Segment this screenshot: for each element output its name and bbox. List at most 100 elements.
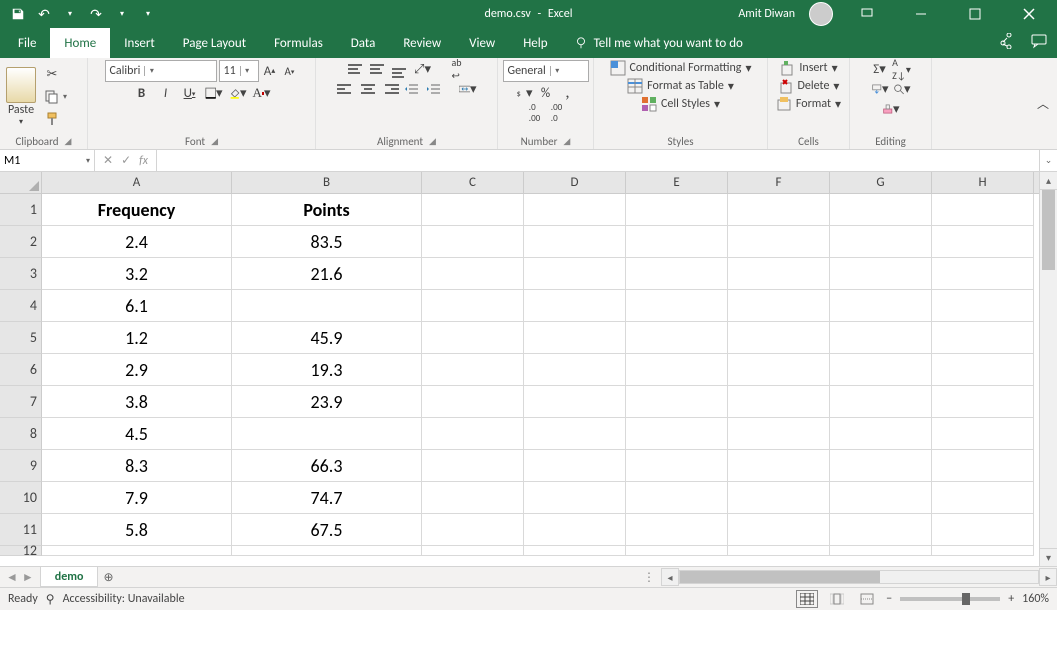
inc-indent-button[interactable] [425,80,443,98]
row-header-2[interactable]: 2 [0,226,42,258]
cell-C7[interactable] [422,386,524,418]
cell-G2[interactable] [830,226,932,258]
dec-indent-button[interactable] [403,80,421,98]
cell-H6[interactable] [932,354,1034,386]
sheet-tab-demo[interactable]: demo [40,567,99,587]
cell-H3[interactable] [932,258,1034,290]
redo-icon[interactable]: ↷ [88,6,104,22]
save-icon[interactable] [10,6,26,22]
dec-decimal-button[interactable]: .00.0 [548,104,566,122]
cell-B3[interactable]: 21.6 [232,258,422,290]
number-launcher[interactable]: ◢ [563,136,570,147]
cell-A12[interactable] [42,546,232,556]
align-top-button[interactable] [348,60,366,78]
cell-E2[interactable] [626,226,728,258]
cell-A8[interactable]: 4.5 [42,418,232,450]
accessibility-icon[interactable]: ⚲ [46,592,55,607]
col-header-A[interactable]: A [42,172,232,193]
cell-G10[interactable] [830,482,932,514]
wrap-text-button[interactable]: ab↩ [448,60,466,78]
cell-E1[interactable] [626,194,728,226]
cell-C10[interactable] [422,482,524,514]
align-left-button[interactable] [337,80,355,98]
close-button[interactable] [1009,0,1049,28]
cell-G12[interactable] [830,546,932,556]
tab-help[interactable]: Help [509,28,561,58]
cell-F2[interactable] [728,226,830,258]
row-header-8[interactable]: 8 [0,418,42,450]
prev-sheet-icon[interactable]: ◄ [6,570,18,585]
undo-dd-icon[interactable]: ▾ [62,6,78,22]
formula-bar[interactable] [157,150,1039,171]
bold-button[interactable]: B [133,84,151,102]
row-header-6[interactable]: 6 [0,354,42,386]
cell-E6[interactable] [626,354,728,386]
cell-H5[interactable] [932,322,1034,354]
cell-F9[interactable] [728,450,830,482]
cell-D10[interactable] [524,482,626,514]
cell-F8[interactable] [728,418,830,450]
align-bot-button[interactable] [392,60,410,78]
cell-C11[interactable] [422,514,524,546]
cell-D8[interactable] [524,418,626,450]
cell-H9[interactable] [932,450,1034,482]
percent-button[interactable]: % [537,84,555,102]
cell-B7[interactable]: 23.9 [232,386,422,418]
font-launcher[interactable]: ◢ [211,136,218,147]
cell-C12[interactable] [422,546,524,556]
cell-C6[interactable] [422,354,524,386]
cond-format-button[interactable]: Conditional Formatting▾ [610,60,752,76]
cell-H10[interactable] [932,482,1034,514]
cell-D5[interactable] [524,322,626,354]
cell-B6[interactable]: 19.3 [232,354,422,386]
cell-B2[interactable]: 83.5 [232,226,422,258]
tab-data[interactable]: Data [337,28,390,58]
cell-H12[interactable] [932,546,1034,556]
ribbon-options-button[interactable] [847,0,887,28]
cell-A4[interactable]: 6.1 [42,290,232,322]
align-right-button[interactable] [381,80,399,98]
fx-icon[interactable]: fx [139,154,148,168]
cell-A9[interactable]: 8.3 [42,450,232,482]
comma-button[interactable]: , [559,84,577,102]
cell-B8[interactable] [232,418,422,450]
cell-A1[interactable]: Frequency [42,194,232,226]
cell-B5[interactable]: 45.9 [232,322,422,354]
cell-G1[interactable] [830,194,932,226]
cell-D3[interactable] [524,258,626,290]
hscroll-right-icon[interactable]: ▸ [1039,568,1057,586]
fill-color-button[interactable]: ▾ [229,84,247,102]
col-header-C[interactable]: C [422,172,524,193]
scroll-up-icon[interactable]: ▴ [1040,172,1057,190]
orientation-button[interactable]: ⤢▾ [414,60,432,78]
tab-view[interactable]: View [455,28,509,58]
cell-D4[interactable] [524,290,626,322]
cell-D12[interactable] [524,546,626,556]
insert-button[interactable]: Insert▾ [779,60,837,76]
col-header-B[interactable]: B [232,172,422,193]
cell-F3[interactable] [728,258,830,290]
number-format-combo[interactable]: General▾ [503,60,589,82]
cell-A2[interactable]: 2.4 [42,226,232,258]
horizontal-scrollbar[interactable] [679,570,1039,584]
zoom-level[interactable]: 160% [1022,592,1049,606]
delete-button[interactable]: Delete▾ [778,78,840,94]
cell-C3[interactable] [422,258,524,290]
fill-button[interactable]: ▾ [871,80,889,98]
border-button[interactable]: ▾ [205,84,223,102]
user-avatar[interactable] [809,2,833,26]
cell-A3[interactable]: 3.2 [42,258,232,290]
inc-decimal-button[interactable]: .0.00 [526,104,544,122]
copy-button[interactable]: ▾ [40,87,70,107]
cell-G8[interactable] [830,418,932,450]
paste-button[interactable]: Paste ▾ [4,67,38,127]
cell-E3[interactable] [626,258,728,290]
cell-G11[interactable] [830,514,932,546]
cell-A7[interactable]: 3.8 [42,386,232,418]
redo-dd-icon[interactable]: ▾ [114,6,130,22]
share-icon[interactable] [997,33,1013,53]
tab-page-layout[interactable]: Page Layout [169,28,260,58]
align-center-button[interactable] [359,80,377,98]
col-header-F[interactable]: F [728,172,830,193]
view-page-layout-button[interactable] [826,590,848,608]
